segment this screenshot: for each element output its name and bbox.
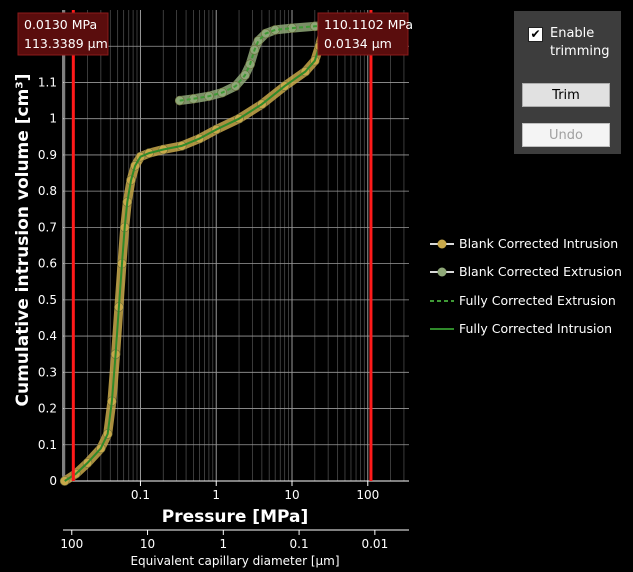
legend-label: Blank Corrected Extrusion	[459, 264, 622, 279]
y-tick-label: 0.8	[38, 184, 57, 198]
x-axis-title: Pressure [MPa]	[162, 507, 308, 527]
y-tick-label: 0.3	[38, 365, 57, 379]
legend-label: Fully Corrected Intrusion	[459, 321, 612, 336]
trim-button[interactable]: Trim	[522, 83, 610, 107]
trim-marker-right-pressure: 110.1102 MPa	[324, 17, 413, 32]
legend: Blank Corrected Intrusion Blank Corrected…	[430, 236, 622, 336]
x-tick-label: 100	[356, 488, 379, 502]
x2-tick-label: 0.01	[361, 537, 388, 551]
trim-marker-left-pressure: 0.0130 MPa	[24, 17, 97, 32]
x2-tick-label: 100	[60, 537, 83, 551]
enable-trimming-checkbox[interactable]: ✔	[528, 27, 543, 42]
x-tick-label: 10	[284, 488, 299, 502]
legend-marker	[437, 239, 447, 249]
trim-marker-right-diameter: 0.0134 µm	[324, 36, 392, 51]
x-tick-label: 0.1	[131, 488, 150, 502]
y-tick-label: 0.2	[38, 402, 57, 416]
y-tick-label: 1.1	[38, 75, 57, 89]
y-tick-label: 0.5	[38, 293, 57, 307]
y-tick-label: 0.6	[38, 257, 57, 271]
y-tick-label: 0.7	[38, 220, 57, 234]
y-axis-title: Cumulative intrusion volume [cm³]	[13, 74, 33, 407]
trim-markers[interactable]: 0.0130 MPa 113.3389 µm 110.1102 MPa 0.0134 …	[17, 10, 413, 481]
undo-button[interactable]: Undo	[522, 123, 610, 147]
x2-axis-title: Equivalent capillary diameter [µm]	[130, 554, 339, 568]
enable-trimming-row[interactable]: ✔ Enable trimming	[528, 25, 620, 61]
x2-tick-label: 10	[140, 537, 155, 551]
x-tick-label: 1	[212, 488, 220, 502]
legend-marker	[437, 267, 447, 277]
trimming-panel: ✔ Enable trimming Trim Undo	[514, 11, 621, 154]
x2-tick-label: 1	[219, 537, 227, 551]
y-tick-label: 1	[49, 112, 57, 126]
legend-label: Blank Corrected Intrusion	[459, 236, 618, 251]
y-tick-label: 0.1	[38, 438, 57, 452]
y-tick-label: 0.4	[38, 329, 57, 343]
enable-trimming-label: Enable trimming	[550, 26, 610, 59]
y-tick-label: 0.9	[38, 148, 57, 162]
x2-tick-label: 0.1	[290, 537, 309, 551]
trim-marker-left-diameter: 113.3389 µm	[24, 36, 108, 51]
legend-label: Fully Corrected Extrusion	[459, 293, 616, 308]
y-tick-label: 0	[49, 474, 57, 488]
